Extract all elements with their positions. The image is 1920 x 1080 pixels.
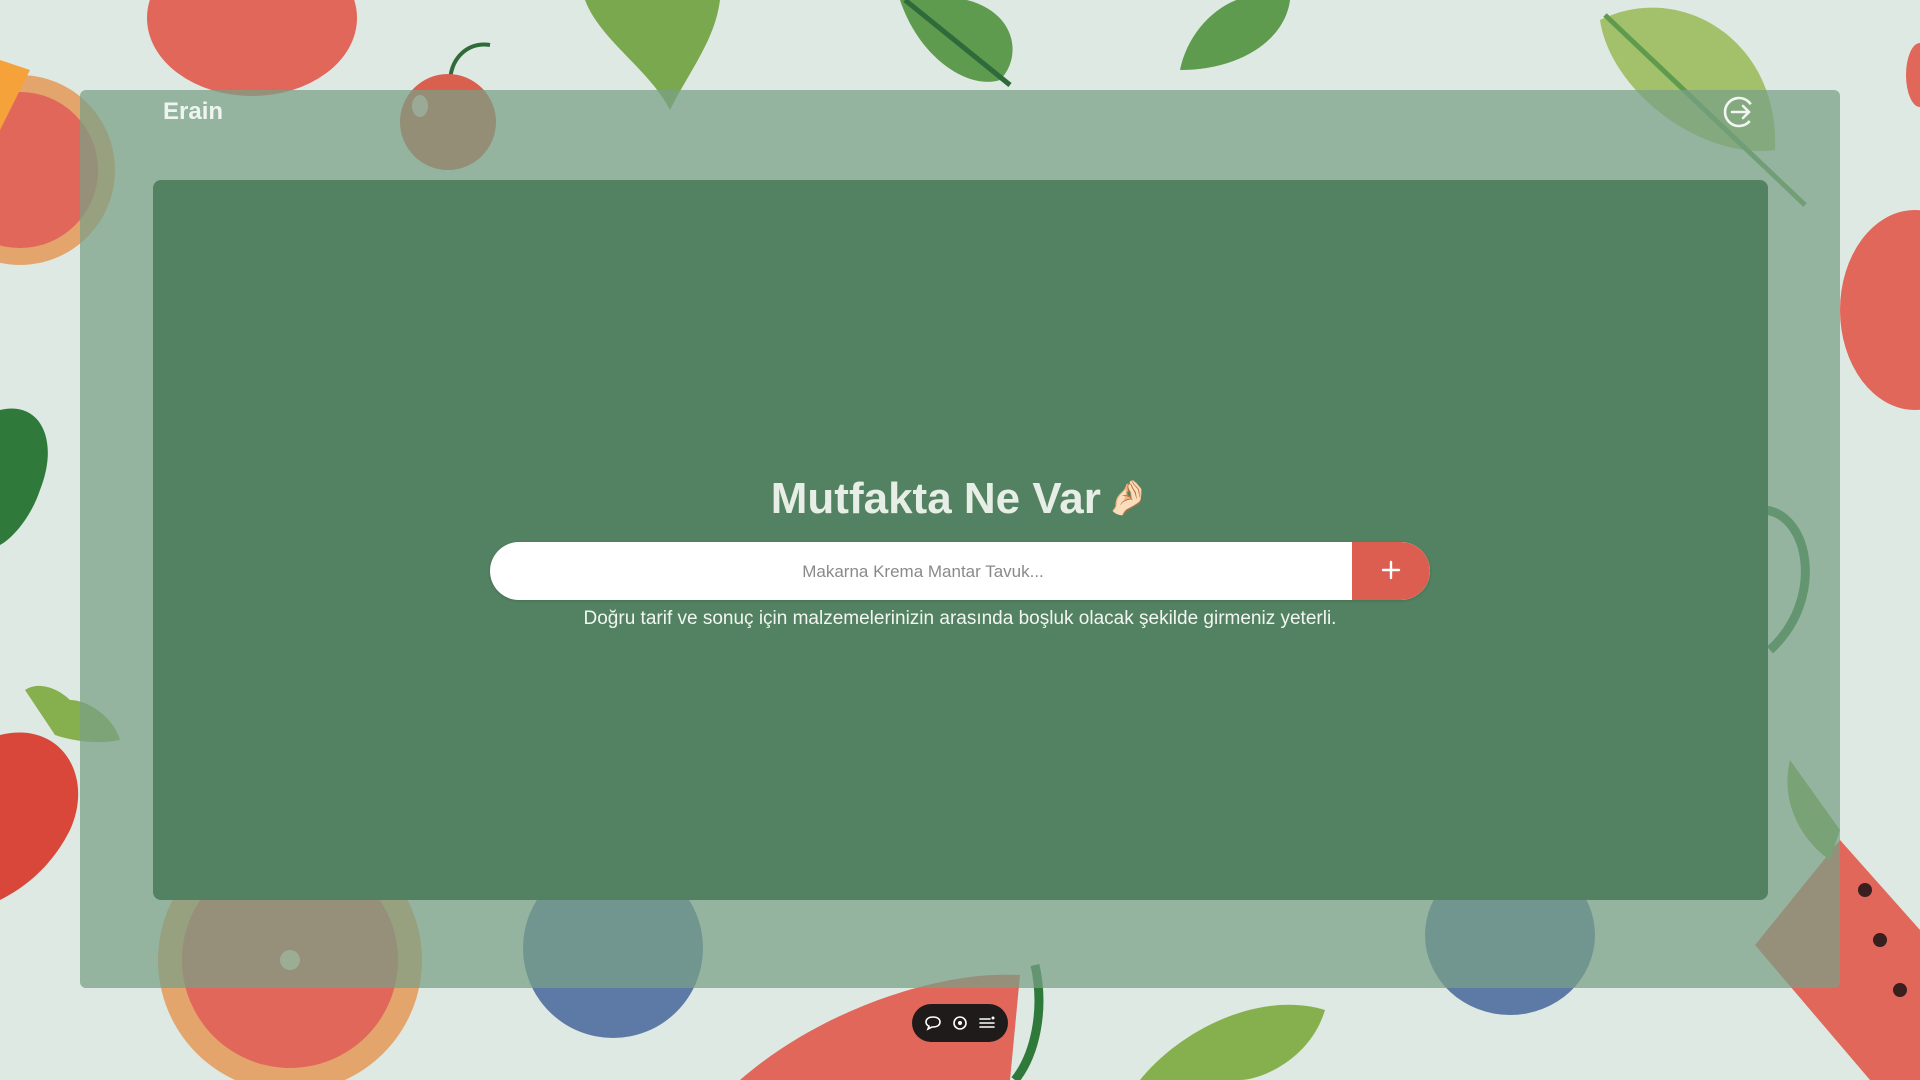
logout-button[interactable]: [1722, 95, 1756, 129]
tomato-right-decoration: [1840, 210, 1920, 410]
page-title-text: Mutfakta Ne Var: [770, 474, 1101, 523]
eye-icon[interactable]: [950, 1013, 970, 1033]
ingredient-input[interactable]: [490, 542, 1356, 600]
chat-icon[interactable]: [923, 1013, 943, 1033]
tomato-top-decoration: [147, 0, 357, 96]
logout-icon: [1723, 96, 1755, 128]
menu-icon[interactable]: [977, 1013, 997, 1033]
search-hint: Doğru tarif ve sonuç için malzemeleriniz…: [583, 608, 1337, 629]
page-title: Mutfakta Ne Var 🤌🏻: [0, 474, 1920, 524]
brand-logo[interactable]: Erain: [163, 98, 223, 126]
floating-toolbar: [912, 1004, 1008, 1042]
plus-icon: [1381, 560, 1401, 579]
pinched-fingers-icon: 🤌🏻: [1106, 479, 1150, 517]
add-ingredient-button[interactable]: [1352, 542, 1430, 600]
ingredient-search-bar: [490, 542, 1430, 600]
content-panel: [153, 180, 1768, 900]
